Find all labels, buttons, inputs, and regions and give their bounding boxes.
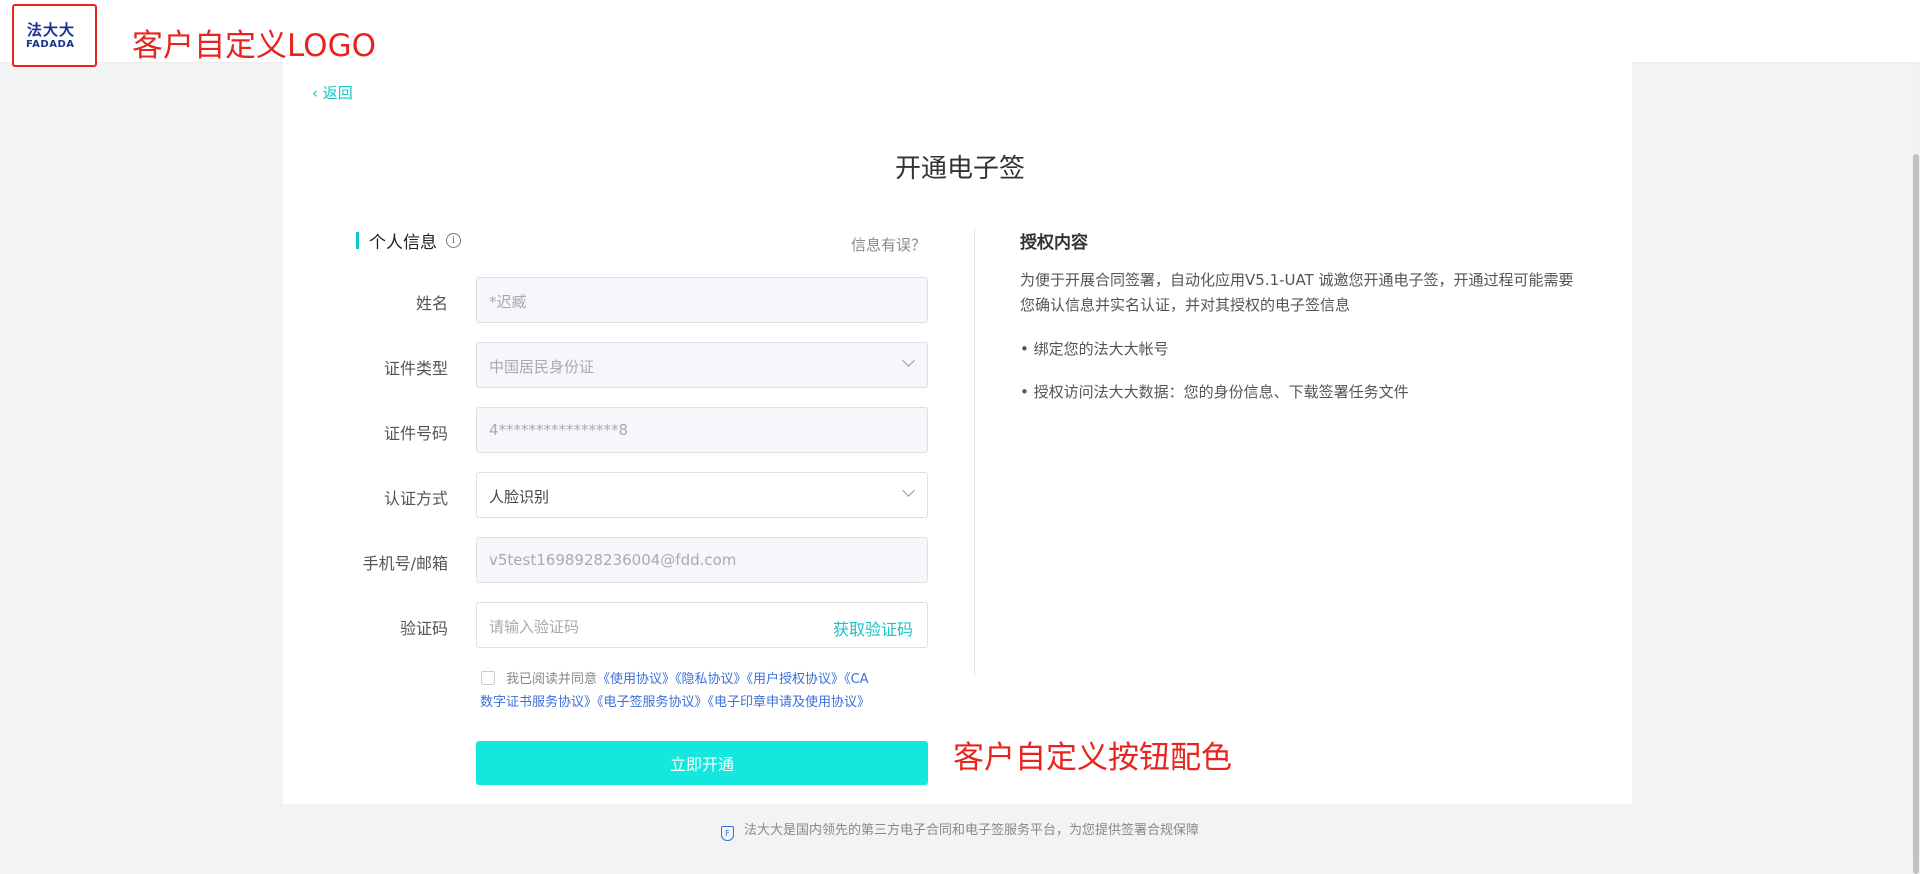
id-number-field[interactable]: 4****************8 bbox=[476, 407, 928, 453]
ca-certificate-link[interactable]: 数字证书服务协议》 bbox=[480, 695, 597, 710]
top-header: 法大大 FADADA 客户自定义LOGO bbox=[0, 0, 1920, 67]
contact-label: 手机号/邮箱 bbox=[362, 554, 448, 573]
id-type-select[interactable]: 中国居民身份证 bbox=[476, 342, 928, 388]
footer: F 法大大是国内领先的第三方电子合同和电子签服务平台，为您提供签署合规保障 bbox=[0, 819, 1920, 841]
verify-code-input[interactable]: 请输入验证码 获取验证码 bbox=[476, 602, 928, 648]
column-divider bbox=[974, 228, 975, 676]
brand-logo[interactable]: 法大大 FADADA bbox=[12, 4, 97, 67]
auth-method-value: 人脸识别 bbox=[489, 488, 550, 506]
name-value: *迟臧 bbox=[489, 293, 527, 311]
logo-chinese-text: 法大大 bbox=[27, 21, 76, 39]
footer-text: 法大大是国内领先的第三方电子合同和电子签服务平台，为您提供签署合规保障 bbox=[743, 823, 1199, 838]
section-title: 个人信息 bbox=[369, 233, 437, 253]
info-wrong-link[interactable]: 信息有误？ bbox=[851, 234, 926, 255]
id-number-value: 4****************8 bbox=[489, 421, 629, 439]
usage-agreement-link[interactable]: 《使用协议》 bbox=[597, 672, 675, 687]
user-authorization-link[interactable]: 《用户授权协议》 bbox=[747, 672, 845, 687]
ca-agreement-link[interactable]: 《CA bbox=[844, 672, 868, 687]
scrollbar-thumb[interactable] bbox=[1913, 154, 1919, 874]
id-type-value: 中国居民身份证 bbox=[489, 358, 595, 376]
privacy-agreement-link[interactable]: 《隐私协议》 bbox=[675, 672, 747, 687]
agreement-text: 我已阅读并同意《使用协议》《隐私协议》《用户授权协议》《CA 数字证书服务协议》… bbox=[480, 668, 932, 714]
shield-icon: F bbox=[720, 826, 734, 841]
get-code-button[interactable]: 获取验证码 bbox=[833, 616, 913, 640]
id-type-label: 证件类型 bbox=[383, 359, 448, 378]
auth-item: • 绑定您的法大大帐号 bbox=[1020, 340, 1169, 358]
page-title: 开通电子签 bbox=[894, 154, 1025, 184]
id-number-label: 证件号码 bbox=[383, 424, 448, 443]
auth-description: 为便于开展合同签署，自动化应用V5.1-UAT 诚邀您开通电子签，开通过程可能需… bbox=[1020, 271, 1574, 314]
info-icon[interactable]: i bbox=[446, 233, 461, 248]
chevron-left-icon: ‹ bbox=[312, 84, 318, 102]
chevron-down-icon bbox=[902, 354, 915, 367]
verify-code-placeholder: 请输入验证码 bbox=[489, 618, 580, 636]
auth-title: 授权内容 bbox=[1020, 233, 1088, 253]
auth-method-label: 认证方式 bbox=[383, 489, 448, 508]
name-field[interactable]: *迟臧 bbox=[476, 277, 928, 323]
agreement-prefix: 我已阅读并同意 bbox=[506, 672, 598, 687]
logo-english-text: FADADA bbox=[26, 39, 75, 50]
scrollbar[interactable] bbox=[1912, 62, 1920, 874]
verify-code-label: 验证码 bbox=[399, 619, 448, 638]
back-link[interactable]: ‹ 返回 bbox=[312, 82, 353, 103]
auth-item: • 授权访问法大大数据：您的身份信息、下载签署任务文件 bbox=[1020, 383, 1409, 401]
logo-annotation: 客户自定义LOGO bbox=[132, 28, 376, 64]
section-accent-bar bbox=[356, 232, 359, 249]
esign-service-link[interactable]: 《电子签服务协议》 bbox=[597, 695, 708, 710]
seal-agreement-link[interactable]: 《电子印章申请及使用协议》 bbox=[708, 695, 871, 710]
back-label: 返回 bbox=[322, 84, 353, 102]
contact-value: v5test1698928236004@fdd.com bbox=[489, 551, 737, 569]
button-annotation: 客户自定义按钮配色 bbox=[953, 740, 1232, 776]
auth-method-select[interactable]: 人脸识别 bbox=[476, 472, 928, 518]
contact-field[interactable]: v5test1698928236004@fdd.com bbox=[476, 537, 928, 583]
name-label: 姓名 bbox=[415, 294, 448, 313]
activate-button[interactable]: 立即开通 bbox=[476, 741, 928, 785]
chevron-down-icon bbox=[902, 484, 915, 497]
